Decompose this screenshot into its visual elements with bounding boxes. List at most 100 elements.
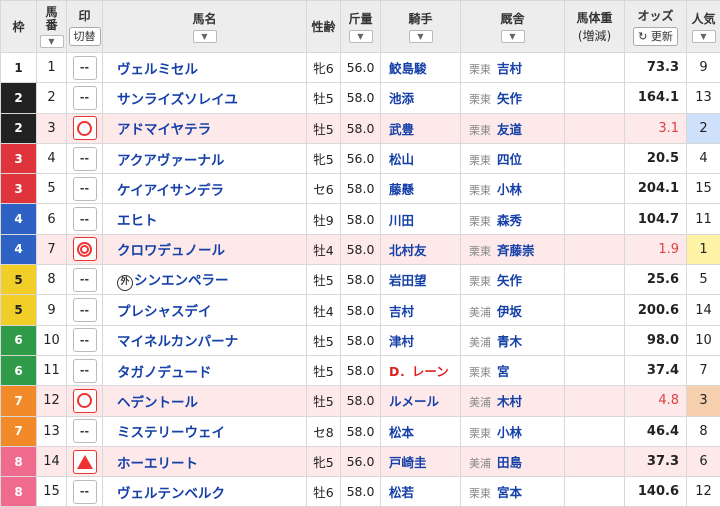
sort-jockey-button[interactable]: ▼ [409, 30, 433, 43]
jockey-link[interactable]: 武豊 [389, 122, 414, 137]
trainer-link[interactable]: 森秀 [497, 213, 522, 228]
sort-umaban-button[interactable]: ▼ [40, 35, 64, 48]
jockey-link[interactable]: 松本 [389, 425, 414, 440]
jockey-link[interactable]: 松若 [389, 485, 414, 500]
trainer-link[interactable]: 木村 [497, 394, 522, 409]
jockey-cell: 松山 [381, 143, 461, 173]
header-trainer[interactable]: 厩舎 ▼ [461, 1, 565, 53]
mark-button[interactable]: -- [73, 207, 97, 231]
mark-button[interactable]: -- [73, 147, 97, 171]
trainer-cell: 栗東宮 [461, 355, 565, 385]
jockey-link[interactable]: 吉村 [389, 304, 414, 319]
header-umaban[interactable]: 馬 番 ▼ [37, 1, 67, 53]
sex-age-cell: セ8 [307, 416, 341, 446]
mark-button[interactable] [73, 450, 97, 474]
umaban-cell: 8 [37, 265, 67, 295]
sort-popularity-button[interactable]: ▼ [692, 30, 716, 43]
body-weight-cell [565, 204, 625, 234]
horse-name-link[interactable]: クロワデュノール [117, 243, 225, 259]
trainer-link[interactable]: 矢作 [497, 91, 522, 106]
waku-cell: 8 [1, 446, 37, 476]
weight-cell: 58.0 [341, 174, 381, 204]
horse-name-link[interactable]: サンライズソレイユ [117, 92, 238, 108]
horse-name-link[interactable]: エヒト [117, 213, 158, 229]
jockey-cell: 北村友 [381, 234, 461, 264]
header-jockey[interactable]: 騎手 ▼ [381, 1, 461, 53]
horse-name-link[interactable]: アドマイヤテラ [117, 122, 211, 138]
trainer-link[interactable]: 小林 [497, 182, 522, 197]
odds-refresh-button[interactable]: ↻ 更新 [633, 27, 678, 46]
trainer-link[interactable]: 小林 [497, 425, 522, 440]
jockey-link[interactable]: 戸崎圭 [389, 455, 427, 470]
trainer-link[interactable]: 宮本 [497, 485, 522, 500]
jockey-link[interactable]: D．レーン [389, 364, 449, 379]
trainer-link[interactable]: 四位 [497, 152, 522, 167]
mark-button[interactable]: -- [73, 480, 97, 504]
jockey-link[interactable]: 北村友 [389, 243, 427, 258]
mark-cell [67, 234, 103, 264]
trainer-link[interactable]: 伊坂 [497, 304, 522, 319]
trainer-link[interactable]: 青木 [497, 334, 522, 349]
table-row: 4 6 -- エヒト 牡9 58.0 川田 栗東森秀 104.7 11 [1, 204, 720, 234]
mark-button[interactable]: -- [73, 359, 97, 383]
affiliation-label: 栗東 [469, 184, 491, 197]
trainer-link[interactable]: 友道 [497, 122, 522, 137]
header-sex-age: 性齢 [307, 1, 341, 53]
sex-age-cell: 牡5 [307, 355, 341, 385]
umaban-cell: 15 [37, 477, 67, 507]
mark-text: -- [80, 364, 89, 377]
trainer-link[interactable]: 斉藤崇 [497, 243, 535, 258]
header-umaban-line1: 馬 [45, 5, 57, 19]
affiliation-label: 美浦 [469, 336, 491, 349]
header-horse[interactable]: 馬名 ▼ [103, 1, 307, 53]
horse-name-link[interactable]: プレシャスデイ [117, 304, 212, 320]
jockey-link[interactable]: 池添 [389, 91, 414, 106]
mark-button[interactable]: -- [73, 177, 97, 201]
header-weight[interactable]: 斤量 ▼ [341, 1, 381, 53]
header-popularity[interactable]: 人気 ▼ [687, 1, 720, 53]
horse-name-link[interactable]: マイネルカンパーナ [117, 334, 238, 350]
sort-weight-button[interactable]: ▼ [349, 30, 373, 43]
jockey-link[interactable]: 鮫島駿 [389, 61, 427, 76]
mark-button[interactable] [73, 116, 97, 140]
table-row: 2 3 アドマイヤテラ 牡5 58.0 武豊 栗東友道 3.1 2 [1, 113, 720, 143]
mark-button[interactable]: -- [73, 86, 97, 110]
trainer-link[interactable]: 田島 [497, 455, 522, 470]
mark-button[interactable]: -- [73, 268, 97, 292]
jockey-link[interactable]: 松山 [389, 152, 414, 167]
horse-name-link[interactable]: タガノデュード [117, 365, 212, 381]
trainer-link[interactable]: 宮 [497, 364, 510, 379]
popularity-cell: 11 [687, 204, 720, 234]
table-row: 8 15 -- ヴェルテンベルク 牡6 58.0 松若 栗東宮本 140.6 1… [1, 477, 720, 507]
sex-age-cell: 牡5 [307, 386, 341, 416]
jockey-cell: 鮫島駿 [381, 53, 461, 83]
trainer-link[interactable]: 吉村 [497, 61, 522, 76]
jockey-link[interactable]: 川田 [389, 213, 414, 228]
horse-name-link[interactable]: ミステリーウェイ [117, 425, 225, 441]
mark-button[interactable]: -- [73, 56, 97, 80]
horse-name-link[interactable]: ヘデントール [117, 395, 198, 411]
horse-name-link[interactable]: アクアヴァーナル [117, 153, 224, 169]
mark-button[interactable]: -- [73, 298, 97, 322]
mark-toggle-button[interactable]: 切替 [69, 27, 101, 46]
sex-age-cell: 牡4 [307, 234, 341, 264]
mark-button[interactable] [73, 389, 97, 413]
jockey-link[interactable]: ルメール [389, 394, 439, 409]
jockey-link[interactable]: 岩田望 [389, 273, 427, 288]
mark-button[interactable]: -- [73, 419, 97, 443]
horse-name-link[interactable]: ケイアイサンデラ [117, 183, 224, 199]
horse-name-link[interactable]: ヴェルテンベルク [117, 486, 225, 502]
jockey-link[interactable]: 藤懸 [389, 182, 414, 197]
table-row: 6 11 -- タガノデュード 牡5 58.0 D．レーン 栗東宮 37.4 7 [1, 355, 720, 385]
mark-text: -- [80, 182, 89, 195]
mark-button[interactable] [73, 237, 97, 261]
jockey-link[interactable]: 津村 [389, 334, 414, 349]
sort-trainer-button[interactable]: ▼ [501, 30, 525, 43]
horse-name-link[interactable]: ホーエリート [117, 456, 198, 472]
sort-horse-button[interactable]: ▼ [193, 30, 217, 43]
horse-name-link[interactable]: シンエンペラー [134, 273, 229, 289]
mark-button[interactable]: -- [73, 328, 97, 352]
horse-name-link[interactable]: ヴェルミセル [117, 62, 198, 78]
trainer-link[interactable]: 矢作 [497, 273, 522, 288]
table-row: 6 10 -- マイネルカンパーナ 牡5 58.0 津村 美浦青木 98.0 1… [1, 325, 720, 355]
